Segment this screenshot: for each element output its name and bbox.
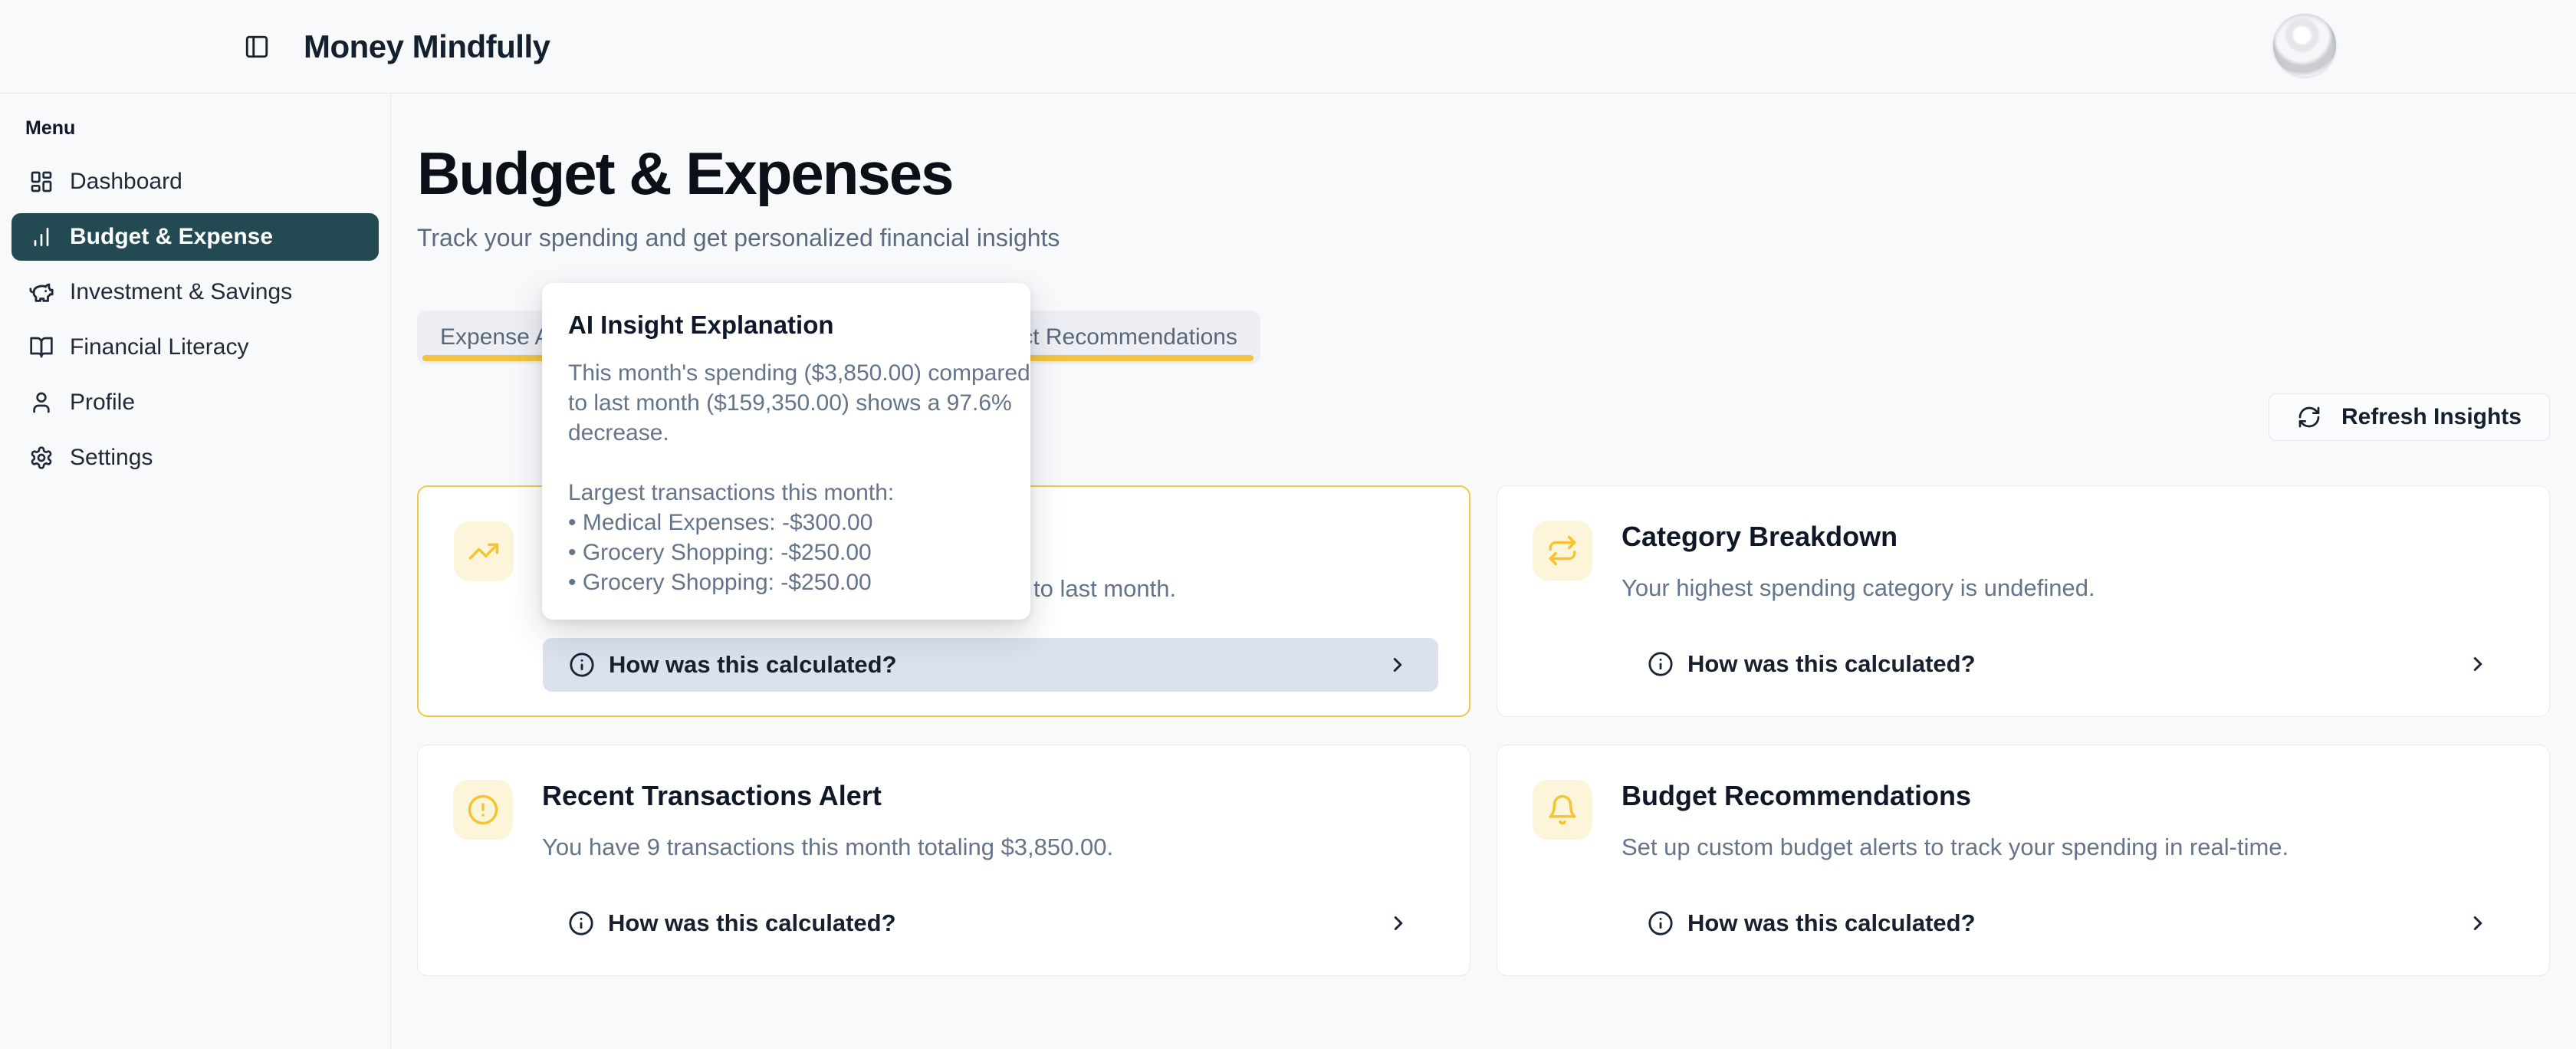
trending-up-icon	[454, 521, 514, 581]
popover-line	[568, 448, 1004, 478]
panel-left-icon	[244, 34, 270, 60]
how-calculated-link[interactable]: How was this calculated?	[543, 638, 1438, 692]
how-calculated-label: How was this calculated?	[609, 651, 897, 679]
alert-circle-icon	[453, 780, 513, 840]
user-avatar[interactable]	[2273, 14, 2336, 77]
card-title: Category Breakdown	[1622, 521, 2518, 553]
popover-line: decrease.	[568, 418, 1004, 448]
sidebar-toggle-button[interactable]	[244, 34, 270, 60]
popover-line: • Medical Expenses: -$300.00	[568, 508, 1004, 538]
recent-transactions-card: Recent Transactions Alert You have 9 tra…	[417, 745, 1470, 976]
card-description: Your highest spending category is undefi…	[1622, 574, 2518, 602]
card-title: Budget Recommendations	[1622, 780, 2518, 812]
popover-line: to last month ($159,350.00) shows a 97.6…	[568, 388, 1004, 418]
refresh-insights-label: Refresh Insights	[2341, 404, 2522, 430]
popover-line: This month's spending ($3,850.00) compar…	[568, 358, 1004, 388]
how-calculated-label: How was this calculated?	[608, 909, 896, 937]
popover-body: This month's spending ($3,850.00) compar…	[568, 358, 1004, 597]
book-open-icon	[28, 334, 54, 360]
bell-icon	[1533, 780, 1592, 840]
app-title: Money Mindfully	[304, 28, 550, 65]
chevron-right-icon	[2466, 653, 2489, 676]
info-icon	[569, 652, 595, 678]
sidebar: Menu Dashboard Budget & Expense	[0, 94, 391, 1049]
app-header: Money Mindfully	[0, 0, 2576, 94]
piggy-bank-icon	[28, 279, 54, 305]
how-calculated-link[interactable]: How was this calculated?	[1622, 637, 2518, 691]
refresh-insights-button[interactable]: Refresh Insights	[2269, 393, 2550, 441]
popover-title: AI Insight Explanation	[568, 311, 1004, 340]
sidebar-item-label: Profile	[70, 390, 135, 416]
info-icon	[1648, 651, 1674, 677]
chevron-right-icon	[1386, 653, 1409, 676]
ai-insight-popover: AI Insight Explanation This month's spen…	[542, 283, 1030, 620]
page-subtitle: Track your spending and get personalized…	[417, 224, 2550, 252]
sidebar-item-label: Financial Literacy	[70, 334, 248, 360]
sidebar-item-label: Investment & Savings	[70, 279, 292, 305]
layout-dashboard-icon	[28, 169, 54, 195]
sidebar-item-investment-savings[interactable]: Investment & Savings	[12, 268, 379, 316]
popover-line: • Grocery Shopping: -$250.00	[568, 538, 1004, 567]
user-icon	[28, 390, 54, 416]
page-title: Budget & Expenses	[417, 141, 2550, 206]
info-icon	[568, 910, 594, 936]
category-breakdown-card: Category Breakdown Your highest spending…	[1497, 485, 2550, 717]
sidebar-item-label: Settings	[70, 445, 153, 471]
chevron-right-icon	[1387, 912, 1410, 935]
sidebar-nav: Dashboard Budget & Expense Investment & …	[12, 158, 379, 482]
popover-line: Largest transactions this month:	[568, 478, 1004, 508]
sidebar-item-label: Dashboard	[70, 169, 182, 195]
sidebar-item-financial-literacy[interactable]: Financial Literacy	[12, 324, 379, 371]
sidebar-item-profile[interactable]: Profile	[12, 379, 379, 426]
info-icon	[1648, 910, 1674, 936]
sidebar-item-settings[interactable]: Settings	[12, 434, 379, 482]
sidebar-section-label: Menu	[25, 117, 379, 140]
how-calculated-label: How was this calculated?	[1687, 909, 1976, 937]
chevron-right-icon	[2466, 912, 2489, 935]
bar-chart-icon	[28, 224, 54, 250]
sidebar-item-dashboard[interactable]: Dashboard	[12, 158, 379, 206]
card-description: Set up custom budget alerts to track you…	[1622, 834, 2518, 861]
sidebar-item-budget-expense[interactable]: Budget & Expense	[12, 213, 379, 261]
gear-icon	[28, 445, 54, 471]
sidebar-item-label: Budget & Expense	[70, 224, 273, 250]
repeat-icon	[1533, 521, 1592, 580]
how-calculated-link[interactable]: How was this calculated?	[542, 896, 1439, 950]
how-calculated-link[interactable]: How was this calculated?	[1622, 896, 2518, 950]
budget-recommendations-card: Budget Recommendations Set up custom bud…	[1497, 745, 2550, 976]
how-calculated-label: How was this calculated?	[1687, 650, 1976, 678]
card-title: Recent Transactions Alert	[542, 780, 1439, 812]
refresh-icon	[2297, 405, 2321, 429]
popover-line: • Grocery Shopping: -$250.00	[568, 567, 1004, 597]
card-description: You have 9 transactions this month total…	[542, 834, 1439, 861]
